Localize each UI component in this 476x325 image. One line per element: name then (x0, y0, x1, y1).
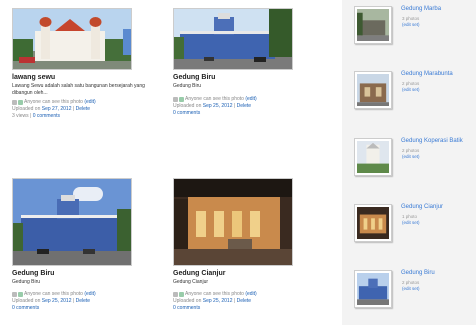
edit-set-link[interactable]: (edit set) (402, 286, 420, 291)
set-thumbnail[interactable] (354, 204, 392, 242)
edit-privacy-link[interactable]: (edit) (84, 99, 95, 106)
delete-link[interactable]: Delete (237, 298, 251, 304)
comments-link[interactable]: 0 comments (173, 305, 200, 311)
photo-description: Gedung Biru (12, 279, 41, 285)
upload-row: Uploaded on Sep 27, 2012 | Delete (12, 106, 91, 112)
stats-row: 0 comments (12, 305, 147, 312)
photo-card: Gedung Biru Gedung Biru Anyone can see t… (173, 8, 308, 117)
globe-icon (179, 291, 184, 297)
comments-link[interactable]: 0 comments (12, 305, 39, 311)
privacy-text: Anyone can see this photo (185, 290, 244, 297)
privacy-row: Anyone can see this photo (edit) (12, 99, 147, 106)
photo-card: Gedung Biru Gedung Biru Anyone can see t… (12, 178, 147, 312)
set-thumbnail[interactable] (354, 71, 392, 109)
set-title[interactable]: Gedung Biru (401, 270, 435, 276)
edit-privacy-link[interactable]: (edit) (245, 96, 256, 103)
comments-link[interactable]: 0 comments (173, 110, 200, 116)
views-count: 3 views (12, 113, 29, 119)
upload-row: Uploaded on Sep 25, 2012 | Delete (12, 297, 91, 304)
set-count: 1 photo (402, 214, 418, 219)
privacy-text: Anyone can see this photo (24, 99, 83, 105)
lock-icon (12, 100, 17, 105)
set-count: 2 photos (402, 81, 420, 86)
privacy-text: Anyone can see this photo (185, 95, 244, 102)
photo-title[interactable]: Gedung Cianjur (173, 269, 308, 278)
set-count: 3 photos (402, 16, 420, 21)
upload-date-link[interactable]: Sep 25, 2012 (42, 298, 72, 304)
edit-set-link[interactable]: (edit set) (402, 220, 420, 225)
privacy-row: Anyone can see this photo (edit) (173, 291, 308, 298)
upload-date-link[interactable]: Sep 25, 2012 (203, 298, 233, 304)
upload-date-link[interactable]: Sep 27, 2012 (42, 106, 72, 112)
set-title[interactable]: Gedung Marba (401, 6, 441, 12)
upload-row: Uploaded on Sep 25, 2012 | Delete (173, 297, 252, 304)
set-title[interactable]: Gedung Marabunta (401, 71, 453, 77)
delete-link[interactable]: Delete (76, 298, 90, 304)
comments-link[interactable]: 0 comments (33, 113, 60, 119)
globe-icon (18, 100, 23, 105)
set-thumbnail[interactable] (354, 270, 392, 308)
photo-description: Gedung Cianjur (173, 279, 209, 285)
edit-set-link[interactable]: (edit set) (402, 87, 420, 92)
edit-set-link[interactable]: (edit set) (402, 22, 420, 27)
privacy-text: Anyone can see this photo (24, 290, 83, 297)
set-title[interactable]: Gedung Cianjur (401, 204, 443, 210)
photo-description: Gedung Biru (173, 83, 202, 89)
stats-row: 3 views | 0 comments (12, 113, 60, 119)
edit-privacy-link[interactable]: (edit) (245, 291, 256, 298)
stats-row: 0 comments (173, 110, 308, 117)
edit-set-link[interactable]: (edit set) (402, 154, 420, 159)
photo-title[interactable]: lawang sewu (12, 73, 147, 82)
lock-icon (12, 291, 17, 297)
upload-date-link[interactable]: Sep 25, 2012 (203, 103, 233, 109)
photo-thumbnail[interactable] (173, 8, 293, 70)
upload-row: Uploaded on Sep 25, 2012 | Delete (173, 102, 252, 109)
set-title[interactable]: Gedung Koperasi Batik (401, 138, 463, 144)
stats-row: 0 comments (173, 305, 308, 312)
photo-thumbnail[interactable] (12, 178, 132, 266)
lock-icon (173, 96, 178, 102)
delete-link[interactable]: Delete (237, 103, 251, 109)
sets-sidebar: Gedung Marba 3 photos (edit set) Gedung … (342, 0, 476, 325)
privacy-row: Anyone can see this photo (edit) (173, 96, 308, 103)
lock-icon (173, 291, 178, 297)
set-count: 2 photos (402, 148, 420, 153)
photo-description: Lawang Sewu adalah salah satu bangunan b… (12, 83, 145, 96)
photo-card: lawang sewu Lawang Sewu adalah salah sat… (12, 8, 147, 120)
photo-thumbnail[interactable] (12, 8, 132, 70)
globe-icon (18, 291, 23, 297)
photo-card: Gedung Cianjur Gedung Cianjur Anyone can… (173, 178, 308, 312)
set-count: 2 photos (402, 280, 420, 285)
set-thumbnail[interactable] (354, 138, 392, 176)
delete-link[interactable]: Delete (76, 106, 90, 112)
globe-icon (179, 96, 184, 102)
privacy-row: Anyone can see this photo (edit) (12, 291, 147, 298)
photo-title[interactable]: Gedung Biru (173, 73, 308, 82)
set-thumbnail[interactable] (354, 6, 392, 44)
photo-thumbnail[interactable] (173, 178, 293, 266)
edit-privacy-link[interactable]: (edit) (84, 291, 95, 298)
photo-title[interactable]: Gedung Biru (12, 269, 147, 278)
